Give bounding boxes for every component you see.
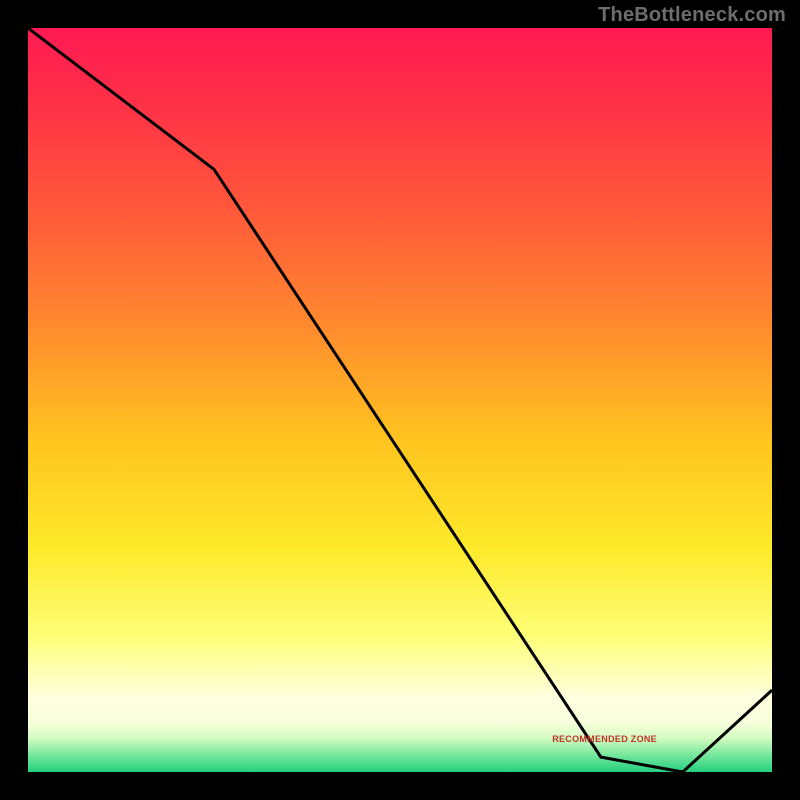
watermark-text: TheBottleneck.com (598, 4, 786, 27)
plot-area: RECOMMENDED ZONE (28, 28, 772, 772)
data-line (28, 28, 772, 772)
recommended-zone-label: RECOMMENDED ZONE (552, 734, 657, 744)
chart-frame: TheBottleneck.com RECOMMENDED ZONE (0, 0, 800, 800)
